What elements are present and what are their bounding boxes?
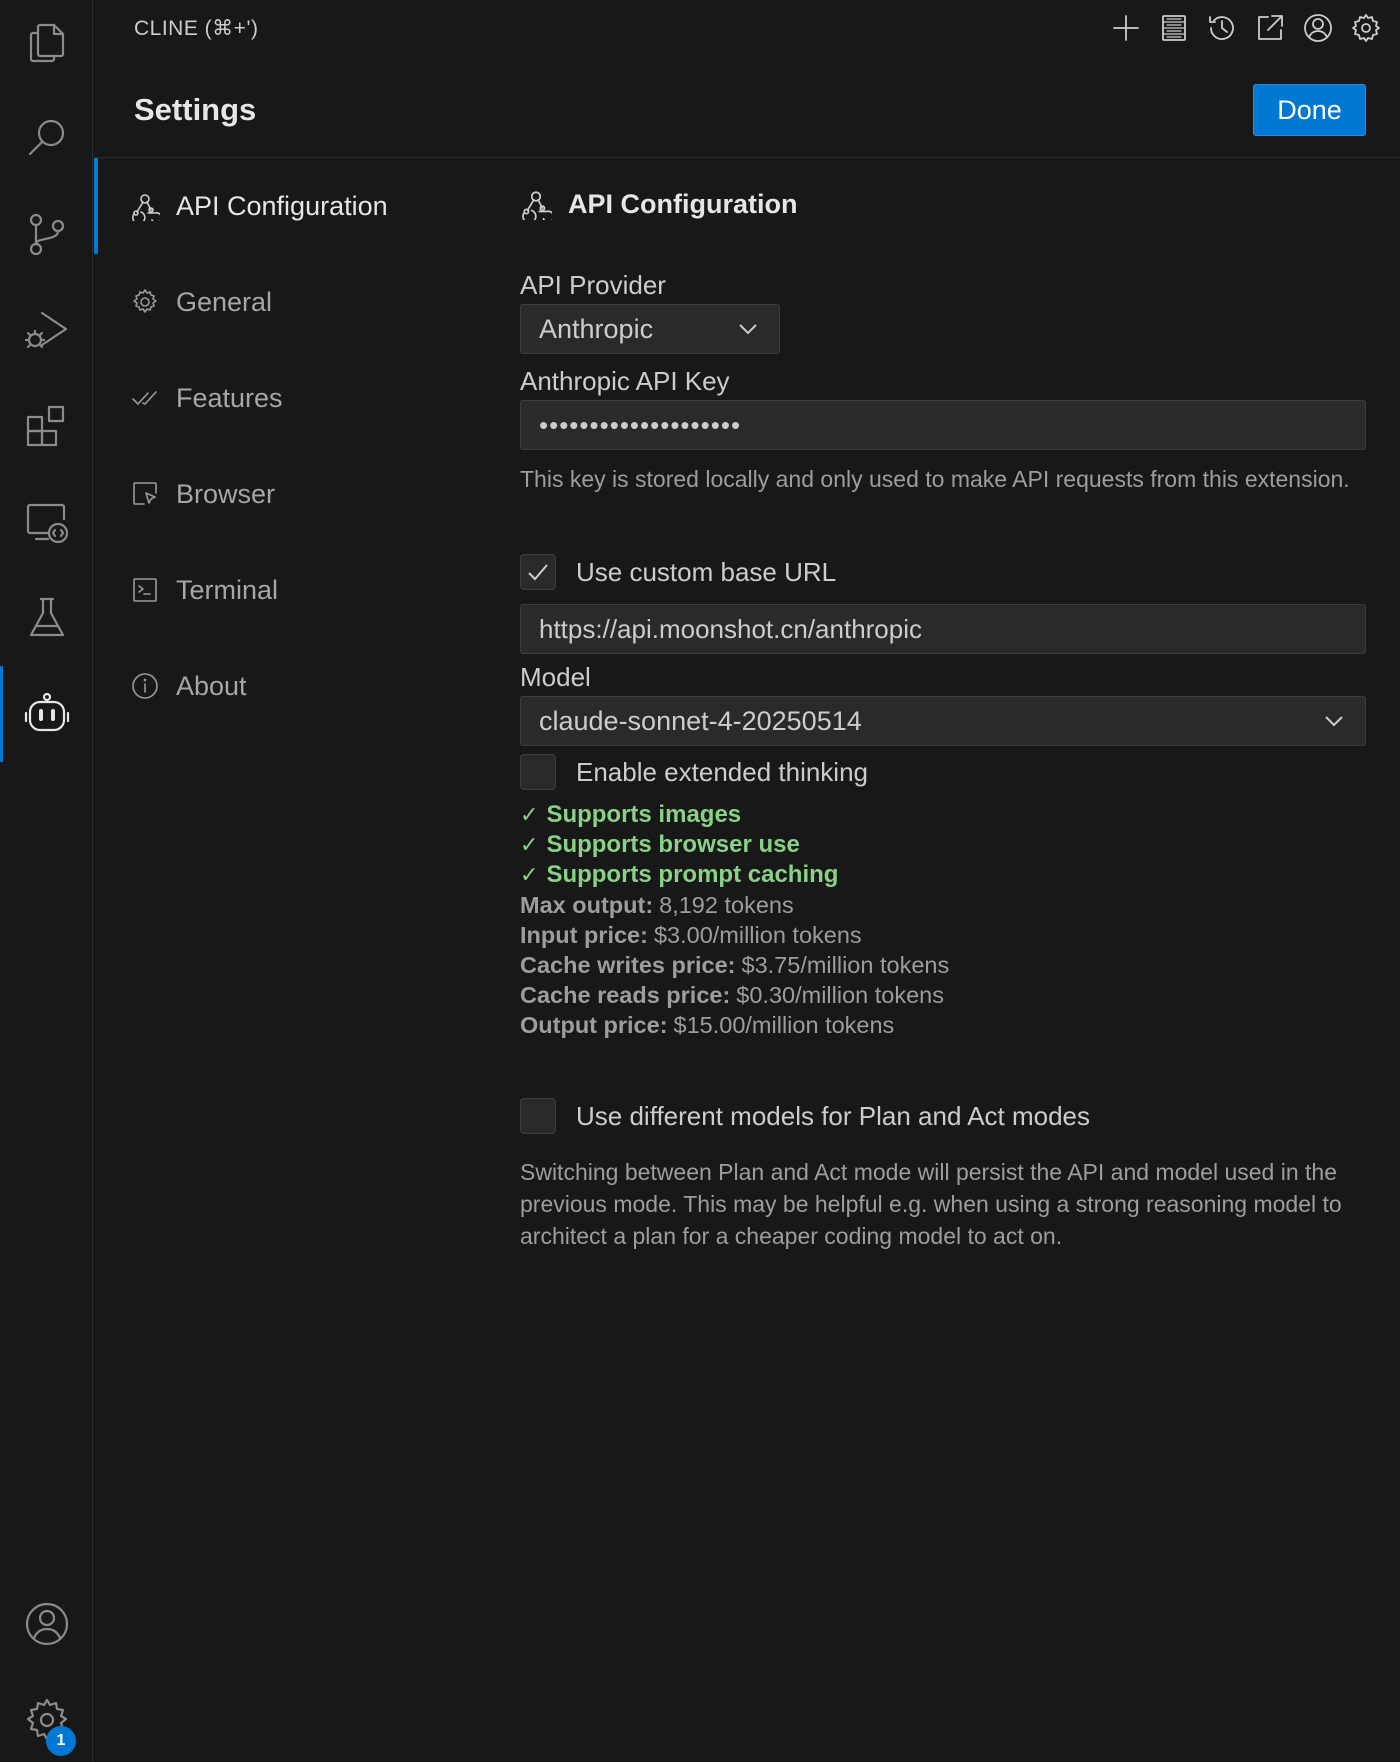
base-url-value: https://api.moonshot.cn/anthropic (539, 613, 923, 644)
plan-act-note: Switching between Plan and Act mode will… (520, 1159, 1342, 1249)
api-key-note: This key is stored locally and only used… (520, 466, 1350, 492)
plus-icon[interactable] (1106, 8, 1146, 48)
extended-thinking-label: Enable extended thinking (576, 756, 869, 787)
history-icon[interactable] (1202, 8, 1242, 48)
done-button[interactable]: Done (1253, 84, 1366, 136)
extensions-icon[interactable] (0, 386, 93, 466)
source-control-icon[interactable] (0, 194, 93, 274)
api-provider-value: Anthropic (539, 313, 654, 344)
nav-item-features[interactable]: Features (94, 350, 474, 446)
section-title-label: API Configuration (568, 188, 798, 219)
nav-item-label: About (176, 670, 247, 701)
extended-thinking-checkbox[interactable]: Enable extended thinking (520, 754, 868, 790)
nav-item-label: Browser (176, 478, 276, 509)
base-url-field[interactable]: https://api.moonshot.cn/anthropic (520, 604, 1366, 654)
account-icon[interactable] (0, 1584, 93, 1664)
info-icon (132, 673, 158, 699)
browser-cursor-icon (133, 482, 157, 505)
remote-explorer-icon[interactable] (0, 482, 93, 562)
manage-gear-icon[interactable]: 1 (0, 1680, 93, 1760)
explorer-icon[interactable] (0, 2, 93, 82)
api-key-value: •••••••••••••••••••• (539, 409, 742, 440)
gear-icon (133, 289, 157, 313)
api-provider-select[interactable]: Anthropic (520, 304, 780, 354)
check-icon: ✓ (520, 802, 539, 827)
checkmark-icon (528, 564, 548, 581)
info-line: Output price: $15.00/million tokens (520, 1011, 895, 1038)
nav-item-browser[interactable]: Browser (94, 446, 474, 542)
account-icon[interactable] (1298, 8, 1338, 48)
info-line: Cache reads price: $0.30/million tokens (520, 981, 944, 1008)
nav-item-general[interactable]: General (94, 254, 474, 350)
api-provider-label: API Provider (520, 270, 666, 300)
activity-bar: 1 (0, 0, 93, 1762)
info-line: Max output: 8,192 tokens (520, 891, 794, 918)
nav-item-label: Features (176, 382, 283, 413)
capability-item: ✓ Supports prompt caching (520, 861, 839, 888)
model-capabilities: ✓ Supports images ✓ Supports browser use ✓… (520, 800, 838, 890)
model-value: claude-sonnet-4-20250514 (539, 705, 862, 736)
checkbox-box[interactable] (520, 1098, 556, 1134)
chevron-down-icon (739, 324, 757, 335)
checkbox-box[interactable] (520, 754, 556, 790)
search-icon[interactable] (0, 98, 93, 178)
check-icon: ✓ (520, 832, 539, 857)
nav-item-about[interactable]: About (94, 638, 474, 734)
custom-base-url-checkbox[interactable]: Use custom base URL (520, 554, 836, 590)
model-select[interactable]: claude-sonnet-4-20250514 (520, 696, 1366, 746)
cline-icon[interactable] (0, 666, 93, 762)
nav-item-label: General (176, 286, 273, 317)
api-key-label: Anthropic API Key (520, 366, 730, 396)
webhook-icon (522, 191, 552, 220)
server-icon[interactable] (1154, 8, 1194, 48)
view-title: CLINE (⌘+') (134, 17, 259, 40)
run-debug-icon[interactable] (0, 290, 93, 370)
api-key-field[interactable]: •••••••••••••••••••• (520, 400, 1366, 450)
nav-item-label: Terminal (176, 574, 279, 605)
check-icon: ✓ (520, 862, 539, 887)
custom-base-url-label: Use custom base URL (576, 556, 837, 587)
chevron-down-icon (1325, 716, 1343, 727)
plan-act-models-checkbox[interactable]: Use different models for Plan and Act mo… (520, 1098, 1090, 1134)
nav-item-label: API Configuration (176, 190, 388, 221)
capability-item: ✓ Supports browser use (520, 831, 800, 858)
settings-nav: API Configuration General Features Brows… (94, 158, 474, 734)
view-toolbar (1106, 8, 1386, 48)
manage-badge: 1 (46, 1726, 76, 1756)
nav-item-api-configuration[interactable]: API Configuration (94, 158, 474, 254)
model-label: Model (520, 662, 591, 692)
model-pricing-info: Max output: 8,192 tokens Input price: $3.0… (520, 890, 949, 1040)
webhook-icon (132, 194, 160, 221)
nav-item-terminal[interactable]: Terminal (94, 542, 474, 638)
gear-icon[interactable] (1346, 8, 1386, 48)
check-all-icon (132, 391, 157, 405)
plan-act-label: Use different models for Plan and Act mo… (576, 1100, 1091, 1131)
info-line: Cache writes price: $3.75/million tokens (520, 951, 950, 978)
testing-icon[interactable] (0, 578, 93, 658)
popout-icon[interactable] (1250, 8, 1290, 48)
checkbox-box[interactable] (520, 554, 556, 590)
capability-item: ✓ Supports images (520, 801, 742, 828)
page-title: Settings (134, 92, 257, 127)
terminal-icon (133, 578, 157, 602)
info-line: Input price: $3.00/million tokens (520, 921, 862, 948)
section-title: API Configuration (520, 188, 797, 220)
